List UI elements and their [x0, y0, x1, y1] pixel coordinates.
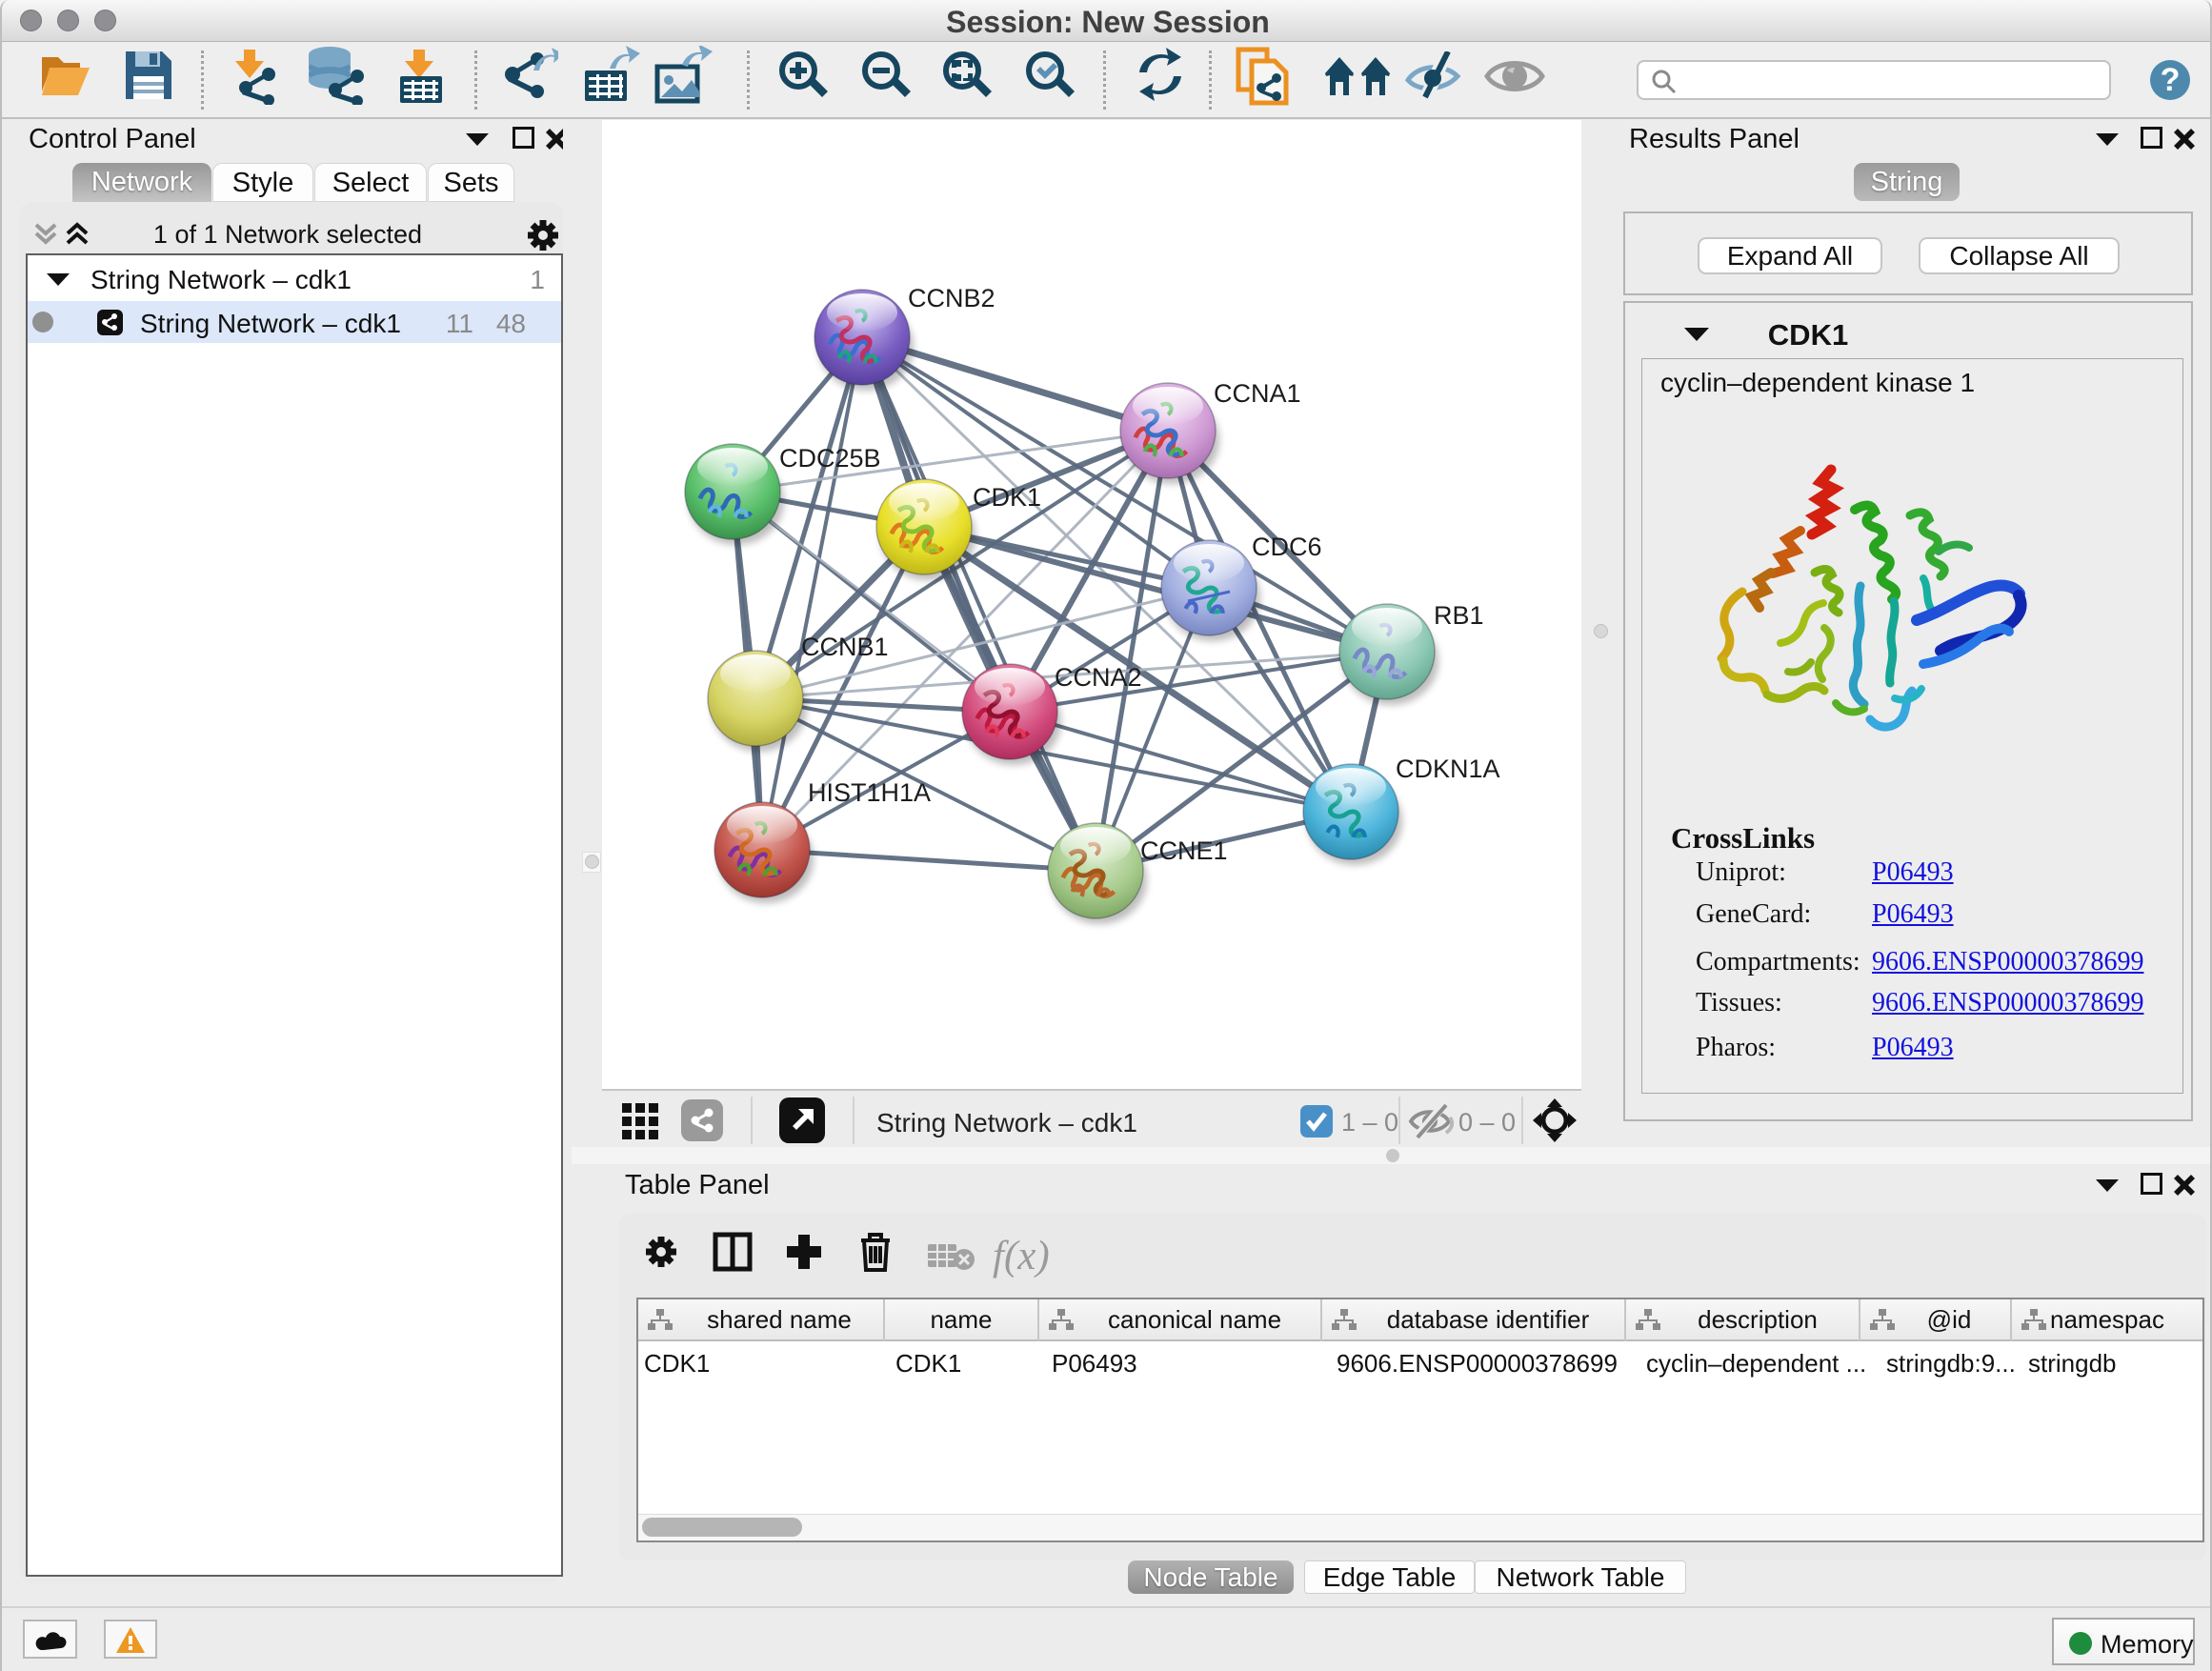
svg-text:HIST1H1A: HIST1H1A — [808, 778, 931, 807]
svg-text:RB1: RB1 — [1434, 601, 1484, 630]
svg-text:CDC6: CDC6 — [1252, 533, 1322, 561]
svg-text:CDK1: CDK1 — [973, 483, 1041, 512]
svg-text:CCNA2: CCNA2 — [1055, 663, 1142, 692]
svg-text:CDC25B: CDC25B — [779, 444, 881, 473]
svg-text:CCNE1: CCNE1 — [1140, 836, 1228, 865]
svg-text:CCNB2: CCNB2 — [908, 284, 995, 312]
svg-text:CDKN1A: CDKN1A — [1396, 755, 1500, 783]
svg-text:CCNA1: CCNA1 — [1214, 379, 1301, 408]
svg-text:CCNB1: CCNB1 — [801, 633, 889, 661]
